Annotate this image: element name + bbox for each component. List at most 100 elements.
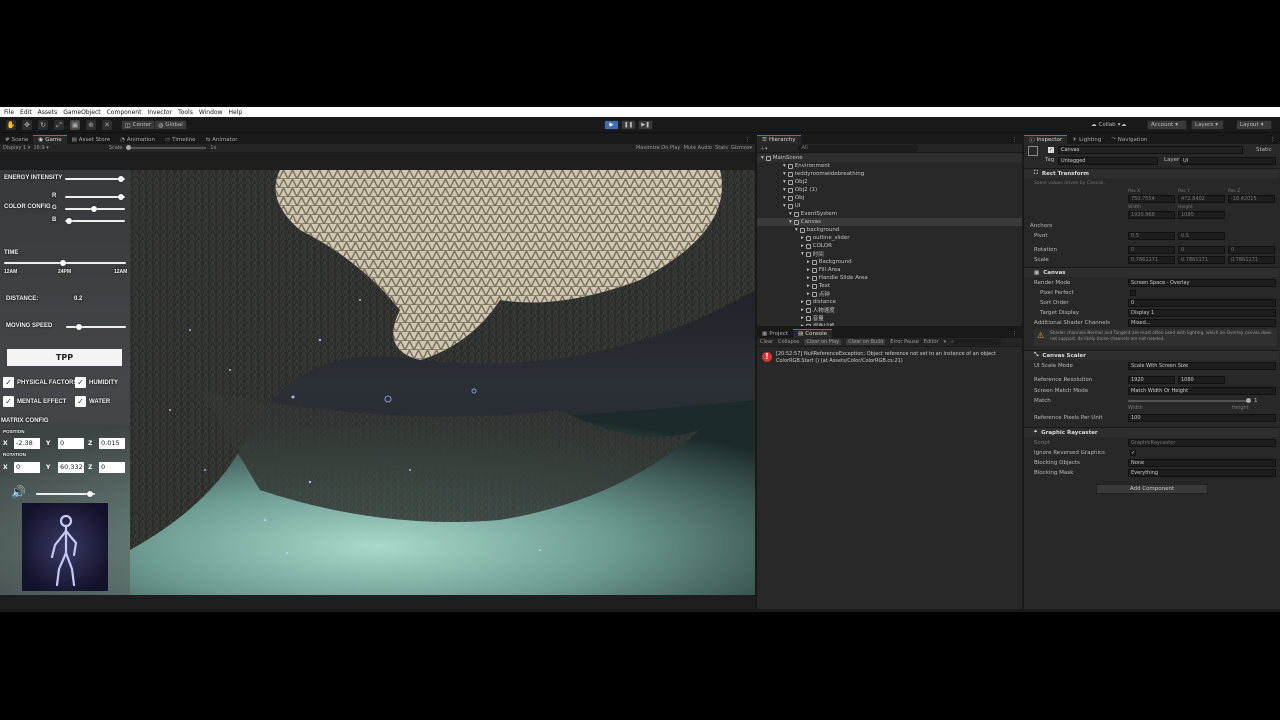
height-field[interactable]: 1080 <box>1178 211 1225 219</box>
hierarchy-item[interactable]: ▸ Handle Slide Area <box>757 274 1022 282</box>
width-field[interactable]: 1920.868 <box>1128 211 1175 219</box>
expand-arrow-icon[interactable]: ▾ <box>761 155 764 161</box>
clear-on-play-toggle[interactable]: Clear on Play <box>804 339 842 345</box>
hierarchy-menu-icon[interactable]: ⋮ <box>1007 135 1023 144</box>
expand-arrow-icon[interactable]: ▾ <box>783 187 786 193</box>
scale-y-field[interactable]: 0.7861171 <box>1178 256 1225 264</box>
expand-arrow-icon[interactable]: ▸ <box>801 235 804 241</box>
hierarchy-item[interactable]: ▸ 音量 <box>757 314 1022 322</box>
console-search-input[interactable]: ⌕ <box>951 339 1002 345</box>
energy-slider-handle[interactable] <box>117 176 124 182</box>
maximize-on-play-toggle[interactable]: Maximize On Play <box>636 145 680 151</box>
hierarchy-item[interactable]: ▾ Obj2 (1) <box>757 186 1022 194</box>
speed-slider-handle[interactable] <box>76 324 83 330</box>
expand-arrow-icon[interactable]: ▾ <box>789 211 792 217</box>
ref-res-y-field[interactable]: 1080 <box>1178 376 1225 384</box>
pos-z-field[interactable]: -18.42015 <box>1228 195 1275 203</box>
menu-window[interactable]: Window <box>199 109 223 116</box>
hierarchy-item[interactable]: ▸ Background <box>757 258 1022 266</box>
rotation-z-field[interactable]: 0 <box>99 462 125 473</box>
tab-asset-store[interactable]: ▤ Asset Store <box>67 135 116 144</box>
tab-animator[interactable]: ⇆ Animator <box>201 135 243 144</box>
console-clear-button[interactable]: Clear <box>760 339 773 345</box>
shader-channels-dropdown[interactable]: Mixed... <box>1128 319 1276 327</box>
pos-y-field[interactable]: 472.8402 <box>1178 195 1225 203</box>
match-slider[interactable] <box>1128 398 1251 403</box>
console-collapse-button[interactable]: Collapse <box>778 339 799 345</box>
expand-arrow-icon[interactable]: ▸ <box>801 323 804 326</box>
ref-res-x-field[interactable]: 1920 <box>1128 376 1175 384</box>
expand-arrow-icon[interactable]: ▸ <box>807 283 810 289</box>
step-button[interactable]: ▶❚ <box>638 120 653 130</box>
tpp-button[interactable]: TPP <box>7 349 122 366</box>
mental-effect-checkbox[interactable]: ✓ <box>3 396 14 407</box>
mute-audio-toggle[interactable]: Mute Audio <box>684 145 712 151</box>
hierarchy-item[interactable]: ▾ teddyroomwidebreathing <box>757 170 1022 178</box>
expand-arrow-icon[interactable]: ▸ <box>801 243 804 249</box>
tab-console[interactable]: ▤ Console <box>793 329 833 338</box>
humidity-checkbox[interactable]: ✓ <box>75 377 86 388</box>
menu-edit[interactable]: Edit <box>20 109 32 116</box>
pixel-perfect-checkbox[interactable] <box>1130 290 1136 296</box>
moving-speed-slider[interactable] <box>66 324 126 330</box>
space-toggle[interactable]: ◍ Global <box>154 120 187 130</box>
expand-arrow-icon[interactable]: ▸ <box>807 259 810 265</box>
expand-arrow-icon[interactable]: ▾ <box>783 171 786 177</box>
graphic-raycaster-header[interactable]: ⌖ Graphic Raycaster <box>1024 427 1279 437</box>
hierarchy-item[interactable]: ▾ Obj2 <box>757 178 1022 186</box>
hierarchy-item[interactable]: ▸ Fill Area <box>757 266 1022 274</box>
tab-navigation[interactable]: ⤳ Navigation <box>1106 135 1152 144</box>
hierarchy-item[interactable]: ▸ 点钟 <box>757 290 1022 298</box>
stats-toggle[interactable]: Stats <box>715 145 728 151</box>
add-component-button[interactable]: Add Component <box>1096 484 1208 494</box>
energy-intensity-slider[interactable] <box>65 176 125 182</box>
ignore-reversed-checkbox[interactable]: ✓ <box>1130 450 1136 456</box>
rotation-x-field[interactable]: 0 <box>1128 246 1175 254</box>
hierarchy-search-input[interactable]: All <box>797 144 918 152</box>
ui-scale-mode-dropdown[interactable]: Scale With Screen Size <box>1128 362 1276 370</box>
panel-menu-icon[interactable]: ⋮ <box>740 135 756 144</box>
pause-button[interactable]: ❚❚ <box>621 120 636 130</box>
canvas-scaler-header[interactable]: ⤡ Canvas Scaler <box>1024 350 1279 360</box>
tab-lighting[interactable]: ☀ Lighting <box>1067 135 1106 144</box>
tab-inspector[interactable]: ⓘ Inspector <box>1024 135 1068 144</box>
game-viewport[interactable]: ENERGY INTENSITY R COLOR CONFIG G B TIME… <box>0 170 755 595</box>
hierarchy-item[interactable]: ▾ EventSystem <box>757 210 1022 218</box>
pivot-y-field[interactable]: 0.5 <box>1178 232 1225 240</box>
hierarchy-item[interactable]: ▸ 视角切换 <box>757 322 1022 326</box>
cloud-icon[interactable]: ☁ <box>1118 120 1130 130</box>
scale-z-field[interactable]: 0.7861171 <box>1228 256 1275 264</box>
hierarchy-item[interactable]: ▾ Environment <box>757 162 1022 170</box>
pivot-toggle[interactable]: ◫ Center <box>121 120 156 130</box>
menu-assets[interactable]: Assets <box>38 109 58 116</box>
hierarchy-item[interactable]: ▸ Text <box>757 282 1022 290</box>
color-r-slider[interactable] <box>65 194 125 200</box>
volume-slider-handle[interactable] <box>87 491 94 497</box>
menu-invector[interactable]: Invector <box>147 109 172 116</box>
hierarchy-item[interactable]: ▾ Obj <box>757 194 1022 202</box>
tab-timeline[interactable]: ▭ Timeline <box>160 135 201 144</box>
aspect-dropdown[interactable]: 16:9 <box>33 145 44 151</box>
expand-arrow-icon[interactable]: ▸ <box>807 291 810 297</box>
color-b-slider[interactable] <box>65 218 125 224</box>
hierarchy-item[interactable]: ▸ distance <box>757 298 1022 306</box>
expand-arrow-icon[interactable]: ▾ <box>783 163 786 169</box>
rotation-x-field[interactable]: 0 <box>14 462 40 473</box>
rotation-y-field[interactable]: 60.332 <box>58 462 84 473</box>
expand-arrow-icon[interactable]: ▾ <box>801 251 804 257</box>
expand-arrow-icon[interactable]: ▾ <box>783 203 786 209</box>
layers-dropdown[interactable]: Layers ▾ <box>1191 120 1224 130</box>
console-error-entry[interactable]: ! [20:52:57] NullReferenceException: Obj… <box>760 350 1020 366</box>
expand-arrow-icon[interactable]: ▾ <box>783 179 786 185</box>
target-display-dropdown[interactable]: Display 1 <box>1128 309 1276 317</box>
menu-file[interactable]: File <box>4 109 14 116</box>
hierarchy-item[interactable]: ▾ MainScene <box>757 154 1022 162</box>
expand-arrow-icon[interactable]: ▸ <box>807 275 810 281</box>
custom-tool-icon[interactable]: ✕ <box>102 120 112 130</box>
render-mode-dropdown[interactable]: Screen Space - Overlay <box>1128 279 1276 287</box>
screen-match-mode-dropdown[interactable]: Match Width Or Height <box>1128 387 1276 395</box>
match-slider-handle[interactable] <box>1246 398 1251 403</box>
position-y-field[interactable]: 0 <box>58 438 84 449</box>
play-button[interactable]: ▶ <box>604 120 619 130</box>
physical-factors-checkbox[interactable]: ✓ <box>3 377 14 388</box>
